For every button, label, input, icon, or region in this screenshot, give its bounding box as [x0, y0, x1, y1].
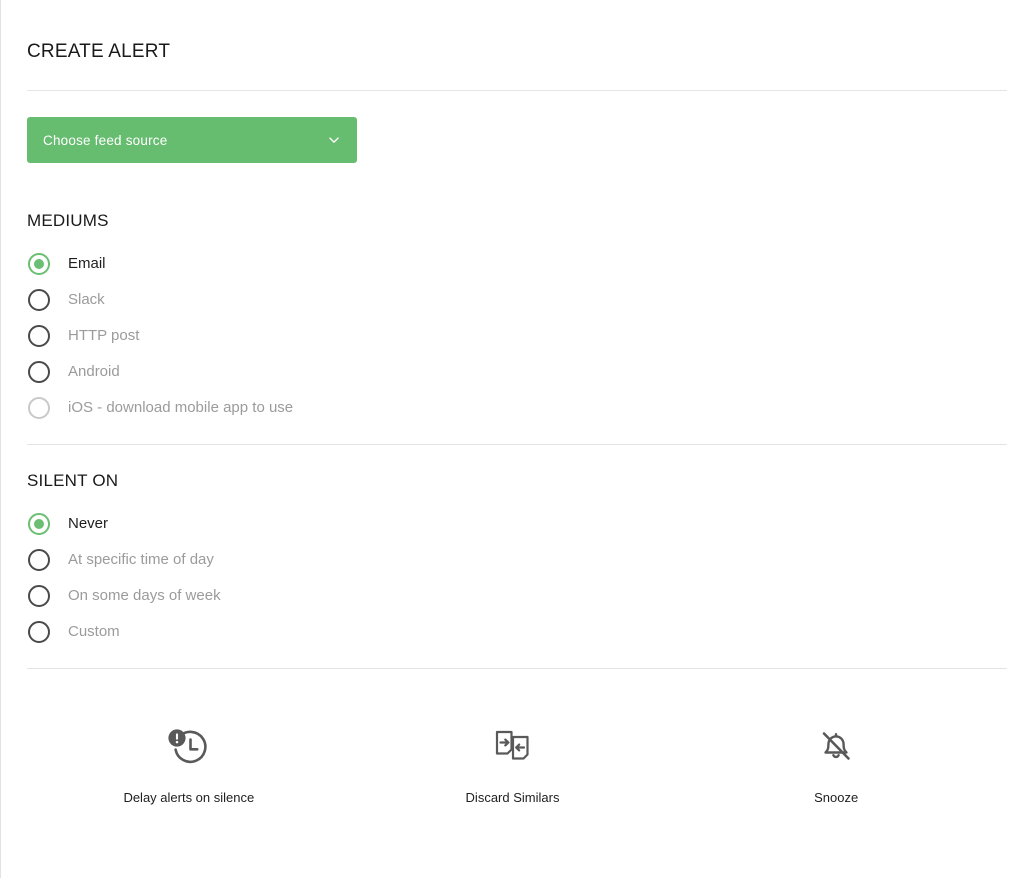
radio-icon[interactable] [28, 253, 50, 275]
silent-on-divider [27, 668, 1007, 669]
feed-source-label: Choose feed source [43, 132, 168, 148]
radio-icon[interactable] [28, 549, 50, 571]
mediums-divider [27, 444, 1007, 445]
discard-similars-icon [491, 721, 535, 775]
silent-on-option-label: Custom [68, 623, 120, 640]
alert-options-row: Delay alerts on silence Discard Similars… [27, 721, 998, 809]
mediums-option-http-post[interactable]: HTTP post [27, 318, 998, 354]
page-title: CREATE ALERT [27, 41, 171, 62]
mediums-option-android[interactable]: Android [27, 354, 998, 390]
mediums-option-label: Slack [68, 291, 105, 308]
mediums-radio-group: Email Slack HTTP post Android iOS - down… [27, 246, 998, 426]
radio-icon[interactable] [28, 289, 50, 311]
silent-on-radio-group: Never At specific time of day On some da… [27, 506, 998, 650]
silent-on-section-title: SILENT ON [27, 471, 119, 490]
silent-on-option-never[interactable]: Never [27, 506, 998, 542]
radio-icon[interactable] [28, 621, 50, 643]
radio-icon[interactable] [28, 361, 50, 383]
mediums-option-label: iOS - download mobile app to use [68, 399, 294, 416]
feed-source-dropdown[interactable]: Choose feed source [27, 117, 357, 163]
silent-on-option-custom[interactable]: Custom [27, 614, 998, 650]
snooze-button[interactable]: Snooze [674, 721, 998, 809]
radio-icon[interactable] [28, 585, 50, 607]
discard-similars-button[interactable]: Discard Similars [351, 721, 675, 809]
mediums-option-ios: iOS - download mobile app to use [27, 390, 998, 426]
action-label: Delay alerts on silence [123, 790, 255, 805]
action-label: Discard Similars [465, 790, 560, 805]
action-label: Snooze [814, 790, 859, 805]
clock-alert-icon [166, 721, 212, 775]
mediums-option-email[interactable]: Email [27, 246, 998, 282]
silent-on-option-days-of-week[interactable]: On some days of week [27, 578, 998, 614]
mediums-option-label: Android [68, 363, 120, 380]
mediums-option-label: HTTP post [68, 327, 140, 344]
delay-alerts-on-silence-button[interactable]: Delay alerts on silence [27, 721, 351, 809]
bell-off-icon [814, 721, 858, 775]
mediums-option-label: Email [68, 255, 106, 272]
silent-on-option-label: On some days of week [68, 587, 221, 604]
radio-icon [28, 397, 50, 419]
silent-on-option-specific-time[interactable]: At specific time of day [27, 542, 998, 578]
radio-icon[interactable] [28, 325, 50, 347]
header-divider [27, 90, 1007, 91]
silent-on-option-label: Never [68, 515, 109, 532]
mediums-section-title: MEDIUMS [27, 211, 109, 230]
create-alert-panel: CREATE ALERT Choose feed source MEDIUMS … [0, 0, 1024, 878]
mediums-option-slack[interactable]: Slack [27, 282, 998, 318]
radio-icon[interactable] [28, 513, 50, 535]
chevron-down-icon [327, 133, 341, 147]
silent-on-option-label: At specific time of day [68, 551, 214, 568]
